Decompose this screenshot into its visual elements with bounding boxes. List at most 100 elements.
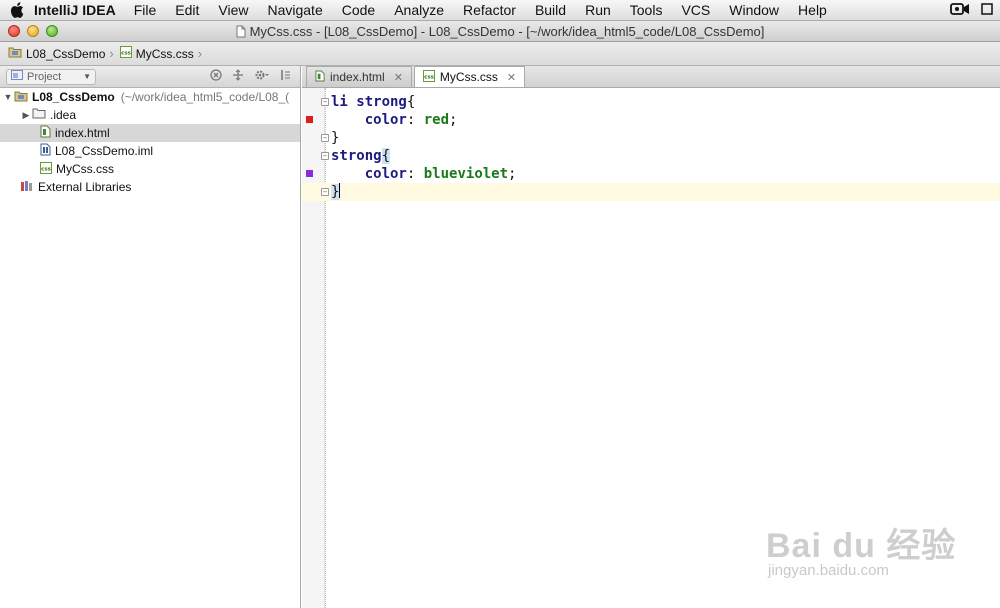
matched-brace: { xyxy=(381,148,391,164)
menu-help[interactable]: Help xyxy=(798,2,827,18)
tab-index-html[interactable]: index.html ✕ xyxy=(306,66,412,87)
fold-end-marker-icon[interactable]: − xyxy=(321,188,329,196)
css-file-icon: css xyxy=(40,161,52,177)
svg-text:css: css xyxy=(121,51,132,57)
menu-file[interactable]: File xyxy=(134,2,157,18)
collapse-arrow-icon[interactable]: ▶ xyxy=(20,110,32,121)
module-folder-icon xyxy=(8,46,22,61)
code-line-4: − strong{ xyxy=(302,147,1000,165)
tree-node-label: L08_CssDemo.iml xyxy=(55,144,154,158)
tree-node-external-libraries[interactable]: External Libraries xyxy=(0,178,300,196)
html-file-icon xyxy=(315,70,325,85)
iml-file-icon xyxy=(40,143,51,159)
window-title-bar: MyCss.css - [L08_CssDemo] - L08_CssDemo … xyxy=(0,21,1000,42)
tree-node-label: L08_CssDemo xyxy=(32,90,115,104)
editor-area: index.html ✕ css MyCss.css ✕ − li strong… xyxy=(302,66,1000,608)
menu-refactor[interactable]: Refactor xyxy=(463,2,516,18)
css-brace: } xyxy=(331,130,340,146)
css-brace: { xyxy=(406,94,416,110)
css-selector: li strong xyxy=(331,94,407,110)
breadcrumb-separator: › xyxy=(197,46,203,61)
menu-vcs[interactable]: VCS xyxy=(681,2,710,18)
tree-node-idea-folder[interactable]: ▶ .idea xyxy=(0,106,300,124)
menu-view[interactable]: View xyxy=(218,2,248,18)
breadcrumb-project[interactable]: L08_CssDemo xyxy=(8,46,105,61)
tree-node-label: MyCss.css xyxy=(56,162,114,176)
svg-text:css: css xyxy=(41,166,52,172)
menu-bar: IntelliJ IDEA File Edit View Navigate Co… xyxy=(0,0,1000,21)
svg-text:css: css xyxy=(424,74,435,80)
document-icon xyxy=(236,25,246,41)
color-swatch-icon[interactable] xyxy=(306,116,313,123)
breadcrumb-file[interactable]: css MyCss.css xyxy=(119,46,194,61)
code-editor[interactable]: − li strong{ color: red; − } − strong{ c… xyxy=(302,88,1000,608)
module-folder-icon xyxy=(14,90,28,105)
tab-label: index.html xyxy=(330,70,385,84)
css-semicolon: ; xyxy=(508,166,517,182)
editor-tab-bar: index.html ✕ css MyCss.css ✕ xyxy=(302,66,1000,88)
tree-node-index-html[interactable]: index.html xyxy=(0,124,300,142)
css-value: blueviolet xyxy=(423,166,509,182)
status-menu-icon[interactable] xyxy=(980,2,994,19)
project-view-icon xyxy=(11,70,23,83)
close-icon[interactable]: ✕ xyxy=(507,71,516,84)
breadcrumb-separator: › xyxy=(109,46,114,61)
css-selector: strong xyxy=(331,148,382,164)
project-tool-window: Project ▼ ▼ L08_CssDemo (~/work/idea_htm… xyxy=(0,66,301,608)
gear-icon[interactable] xyxy=(254,69,270,84)
code-line-2: color: red; xyxy=(302,111,1000,129)
css-semicolon: ; xyxy=(449,112,458,128)
css-property: color xyxy=(364,166,407,182)
folder-icon xyxy=(32,108,46,122)
text-caret xyxy=(339,183,341,198)
tree-node-label: index.html xyxy=(55,126,110,140)
menu-edit[interactable]: Edit xyxy=(175,2,199,18)
tree-node-path: (~/work/idea_html5_code/L08_( xyxy=(120,90,290,104)
css-file-icon: css xyxy=(422,69,435,85)
project-view-label: Project xyxy=(27,70,62,83)
color-swatch-icon[interactable] xyxy=(306,170,313,177)
breadcrumb: L08_CssDemo › css MyCss.css › xyxy=(0,42,1000,66)
window-title: MyCss.css - [L08_CssDemo] - L08_CssDemo … xyxy=(0,24,1000,41)
code-line-6: − } xyxy=(302,183,1000,201)
screen-recorder-icon[interactable] xyxy=(950,2,970,19)
fold-marker-icon[interactable]: − xyxy=(321,98,329,106)
menu-navigate[interactable]: Navigate xyxy=(267,2,322,18)
project-panel-header: Project ▼ xyxy=(0,66,300,88)
close-icon[interactable]: ✕ xyxy=(394,71,403,84)
code-line-1: − li strong{ xyxy=(302,93,1000,111)
html-file-icon xyxy=(40,125,51,141)
chevron-down-icon: ▼ xyxy=(83,72,91,81)
tree-node-label: External Libraries xyxy=(38,180,132,194)
project-view-dropdown[interactable]: Project ▼ xyxy=(6,68,96,85)
window-title-text: MyCss.css - [L08_CssDemo] - L08_CssDemo … xyxy=(249,24,765,39)
css-colon: : xyxy=(406,166,416,182)
hide-panel-icon[interactable] xyxy=(280,69,292,84)
app-name-menu[interactable]: IntelliJ IDEA xyxy=(34,2,116,18)
menu-run[interactable]: Run xyxy=(585,2,611,18)
menu-build[interactable]: Build xyxy=(535,2,566,18)
tree-node-mycss[interactable]: css MyCss.css xyxy=(0,160,300,178)
code-line-5: color: blueviolet; xyxy=(302,165,1000,183)
menu-code[interactable]: Code xyxy=(342,2,375,18)
matched-brace: } xyxy=(331,184,340,200)
menu-analyze[interactable]: Analyze xyxy=(394,2,444,18)
expand-arrow-icon[interactable]: ▼ xyxy=(2,92,14,102)
breadcrumb-file-label: MyCss.css xyxy=(135,46,194,61)
tab-label: MyCss.css xyxy=(439,70,498,84)
collapse-all-icon[interactable] xyxy=(232,69,244,84)
css-colon: : xyxy=(406,112,416,128)
menu-window[interactable]: Window xyxy=(729,2,779,18)
menu-tools[interactable]: Tools xyxy=(630,2,663,18)
apple-icon[interactable] xyxy=(0,2,34,18)
tree-node-iml[interactable]: L08_CssDemo.iml xyxy=(0,142,300,160)
tree-node-project-root[interactable]: ▼ L08_CssDemo (~/work/idea_html5_code/L0… xyxy=(0,88,300,106)
fold-end-marker-icon[interactable]: − xyxy=(321,134,329,142)
fold-marker-icon[interactable]: − xyxy=(321,152,329,160)
tree-node-label: .idea xyxy=(50,108,77,122)
tab-mycss[interactable]: css MyCss.css ✕ xyxy=(413,66,526,87)
scroll-from-source-icon[interactable] xyxy=(210,69,222,84)
css-file-icon: css xyxy=(119,46,132,61)
libraries-icon xyxy=(20,180,34,195)
code-line-3: − } xyxy=(302,129,1000,147)
